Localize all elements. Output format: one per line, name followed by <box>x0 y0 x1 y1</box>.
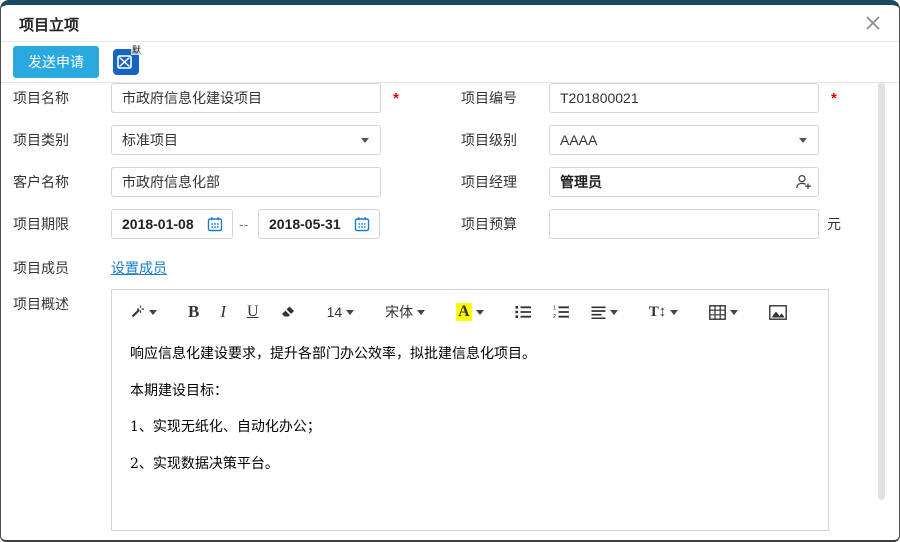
chevron-down-icon <box>361 138 369 143</box>
dialog-title: 项目立项 <box>19 14 79 35</box>
project-budget-label: 项目预算 <box>461 209 517 239</box>
bullet-list-button[interactable] <box>515 305 532 319</box>
close-icon[interactable] <box>863 13 883 33</box>
editor-paragraph: 本期建设目标： <box>130 381 810 403</box>
required-asterisk: * <box>393 83 399 113</box>
svg-text:2: 2 <box>553 314 556 319</box>
chevron-down-icon <box>610 310 618 315</box>
default-badge: 默 <box>131 45 142 55</box>
underline-button[interactable]: U <box>247 303 259 321</box>
action-toolbar: 发送申请 默 <box>1 42 899 83</box>
project-manager-label: 项目经理 <box>461 167 517 197</box>
line-height-select[interactable]: T↕ <box>649 304 679 321</box>
font-size-select[interactable]: 14 <box>327 304 355 320</box>
ordered-list-button[interactable]: 1 2 <box>553 305 570 319</box>
project-period-label: 项目期限 <box>13 209 69 239</box>
bold-button[interactable]: B <box>188 302 199 322</box>
project-name-label: 项目名称 <box>13 83 69 113</box>
budget-unit: 元 <box>827 209 841 239</box>
chevron-down-icon <box>799 138 807 143</box>
period-separator: -- <box>239 209 248 239</box>
default-post-icon[interactable]: 默 <box>113 49 139 75</box>
chevron-down-icon <box>417 310 425 315</box>
project-manager-input[interactable] <box>549 167 819 197</box>
project-number-input[interactable] <box>549 83 819 113</box>
editor-paragraph: 1、实现无纸化、自动化办公； <box>130 417 810 439</box>
required-asterisk: * <box>831 83 837 113</box>
project-number-label: 项目编号 <box>461 83 517 113</box>
font-color-select[interactable]: A <box>456 303 484 321</box>
calendar-icon[interactable] <box>207 216 223 235</box>
project-category-label: 项目类别 <box>13 125 69 155</box>
chevron-down-icon <box>730 310 738 315</box>
add-person-icon[interactable] <box>795 174 812 193</box>
project-members-label: 项目成员 <box>13 253 69 283</box>
project-category-select[interactable]: 标准项目 <box>111 125 381 155</box>
table-select[interactable] <box>709 305 738 320</box>
font-family-select[interactable]: 宋体 <box>385 302 425 322</box>
rich-text-editor: B I U 14 宋体 A <box>111 289 829 531</box>
chevron-down-icon <box>346 310 354 315</box>
dialog-titlebar: 项目立项 <box>1 5 899 42</box>
project-initiation-dialog: 项目立项 发送申请 默 项目名称 * 项目编号 * 项目类别 标准项目 项目级别 <box>0 0 900 542</box>
eraser-icon[interactable] <box>280 305 296 319</box>
editor-content[interactable]: 响应信息化建设要求，提升各部门办公效率，拟批建信息化项目。 本期建设目标： 1、… <box>112 326 828 476</box>
project-form: 项目名称 * 项目编号 * 项目类别 标准项目 项目级别 AAAA 客户名称 项… <box>1 83 899 538</box>
project-level-value: AAAA <box>560 132 597 148</box>
italic-button[interactable]: I <box>220 302 226 322</box>
project-name-input[interactable] <box>111 83 381 113</box>
customer-name-label: 客户名称 <box>13 167 69 197</box>
svg-text:1: 1 <box>553 306 556 312</box>
project-overview-label: 项目概述 <box>13 289 69 319</box>
magic-wand-icon[interactable] <box>128 304 157 321</box>
project-level-label: 项目级别 <box>461 125 517 155</box>
image-button[interactable] <box>769 305 787 320</box>
align-select[interactable] <box>591 306 618 319</box>
editor-paragraph: 2、实现数据决策平台。 <box>130 454 810 476</box>
editor-paragraph: 响应信息化建设要求，提升各部门办公效率，拟批建信息化项目。 <box>130 344 810 366</box>
set-members-link[interactable]: 设置成员 <box>111 259 167 277</box>
customer-name-input[interactable] <box>111 167 381 197</box>
vertical-scrollbar-thumb[interactable] <box>878 82 885 500</box>
editor-toolbar: B I U 14 宋体 A <box>112 290 828 326</box>
project-level-select[interactable]: AAAA <box>549 125 819 155</box>
chevron-down-icon <box>149 310 157 315</box>
send-request-button[interactable]: 发送申请 <box>13 46 99 78</box>
project-category-value: 标准项目 <box>122 132 178 148</box>
chevron-down-icon <box>670 310 678 315</box>
chevron-down-icon <box>476 310 484 315</box>
project-budget-input[interactable] <box>549 209 819 239</box>
calendar-icon[interactable] <box>354 216 370 235</box>
